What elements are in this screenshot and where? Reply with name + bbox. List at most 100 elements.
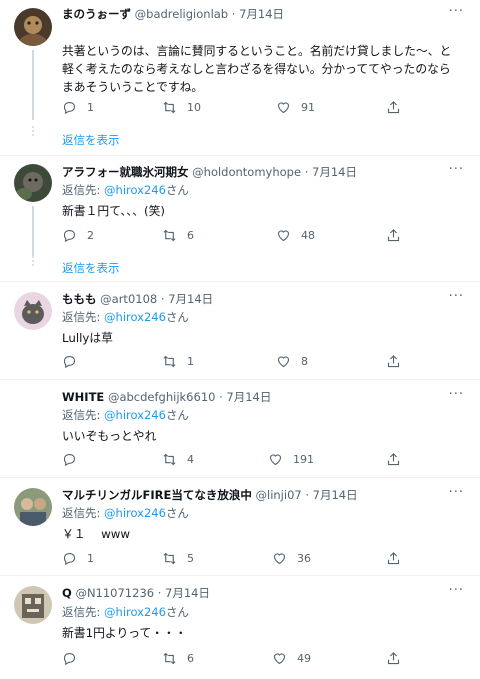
tweet-date[interactable]: 7月14日 [165,586,210,600]
like-count: 91 [301,101,315,114]
share-button[interactable] [386,651,411,666]
avatar[interactable] [14,292,52,330]
like-button[interactable]: 91 [276,100,315,115]
avatar[interactable] [14,8,52,46]
reply-to-mention[interactable]: @hirox246 [104,183,166,197]
reply-icon [63,101,76,115]
display-name[interactable]: WHITE [62,390,104,404]
share-button[interactable] [386,551,411,566]
reply-button[interactable]: 1 [62,100,94,115]
display-name[interactable]: マルチリンガルFIRE当てなき放浪中 [62,488,252,502]
share-icon [387,652,400,665]
display-name[interactable]: Q [62,586,72,600]
tweet-date[interactable]: 7月14日 [239,7,284,21]
user-handle[interactable]: @badreligionlab [135,7,228,21]
share-icon [387,355,400,368]
tweet[interactable]: アラフォー就職氷河期女 @holdontomyhope · 7月14日 ··· … [0,156,480,280]
reply-to: 返信先: @hirox246さん [62,604,189,620]
reply-button[interactable] [62,651,87,666]
reply-to: 返信先: @hirox246さん [62,505,189,521]
retweet-button[interactable]: 6 [162,651,194,666]
user-handle[interactable]: @art0108 [100,292,157,306]
more-icon[interactable]: ··· [449,162,464,177]
retweet-count: 6 [187,229,194,242]
tweet-actions: 1 8 [62,354,422,372]
tweet-date[interactable]: 7月14日 [168,292,213,306]
user-handle[interactable]: @N11071236 [75,586,154,600]
user-handle[interactable]: @holdontomyhope [192,165,301,179]
like-count: 8 [301,355,308,368]
tweet-date[interactable]: 7月14日 [312,165,357,179]
share-button[interactable] [386,100,411,115]
reply-button[interactable]: 1 [62,551,94,566]
like-count: 48 [301,229,315,242]
retweet-icon [163,652,176,665]
reply-to: 返信先: @hirox246さん [62,182,189,198]
tweet[interactable]: Q @N11071236 · 7月14日 ··· 返信先: @hirox246さ… [0,576,480,679]
like-icon [277,102,290,114]
reply-to-mention[interactable]: @hirox246 [104,605,166,619]
show-replies-link[interactable]: 返信を表示 [62,132,120,148]
reply-button[interactable] [62,354,87,369]
share-button[interactable] [386,452,411,467]
avatar[interactable] [14,586,52,624]
like-button[interactable]: 49 [272,651,311,666]
more-icon[interactable]: ··· [449,485,464,500]
avatar[interactable] [14,164,52,202]
show-replies-link[interactable]: 返信を表示 [62,260,120,276]
reply-icon [63,453,76,467]
tweet-header: Q @N11071236 · 7月14日 [62,585,210,601]
tweet-header: アラフォー就職氷河期女 @holdontomyhope · 7月14日 [62,164,357,180]
like-count: 49 [297,652,311,665]
tweet-date[interactable]: 7月14日 [313,488,358,502]
thread-line [32,50,34,120]
like-button[interactable]: 36 [272,551,311,566]
retweet-icon [163,552,176,565]
like-icon [277,230,290,242]
more-icon[interactable]: ··· [449,387,464,402]
share-button[interactable] [386,354,411,369]
retweet-button[interactable]: 1 [162,354,194,369]
tweet-text: 共著というのは、言論に賛同するということ。名前だけ貸しました〜、と軽く考えたのな… [62,44,452,94]
more-icon[interactable]: ··· [449,4,464,19]
tweet-actions: 2 6 48 [62,228,422,246]
share-icon [387,101,400,114]
tweet-text: Lullyは草 [62,331,113,345]
retweet-icon [163,101,176,114]
display-name[interactable]: まのうぉーず [62,7,131,21]
tweet[interactable]: WHITE @abcdefghijk6610 · 7月14日 ··· 返信先: … [0,380,480,476]
display-name[interactable]: ももも [62,292,97,306]
reply-icon [63,552,76,566]
tweet-date[interactable]: 7月14日 [226,390,271,404]
tweet-actions: 4 191 [62,452,422,470]
dot-separator: · [304,165,309,179]
reply-to-mention[interactable]: @hirox246 [104,408,166,422]
user-handle[interactable]: @abcdefghijk6610 [108,390,216,404]
user-handle[interactable]: @linji07 [256,488,302,502]
tweet[interactable]: ももも @art0108 · 7月14日 ··· 返信先: @hirox246さ… [0,282,480,378]
reply-button[interactable] [62,452,87,467]
share-button[interactable] [386,228,411,243]
like-button[interactable]: 8 [276,354,308,369]
reply-to-mention[interactable]: @hirox246 [104,310,166,324]
retweet-button[interactable]: 4 [162,452,194,467]
display-name[interactable]: アラフォー就職氷河期女 [62,165,189,179]
tweet[interactable]: マルチリンガルFIRE当てなき放浪中 @linji07 · 7月14日 ··· … [0,478,480,574]
tweet[interactable]: まのうぉーず @badreligionlab · 7月14日 ··· 共著という… [0,0,480,147]
tweet-header: WHITE @abcdefghijk6610 · 7月14日 [62,389,271,405]
retweet-button[interactable]: 6 [162,228,194,243]
avatar[interactable] [14,488,52,526]
tweet-actions: 6 49 [62,651,422,669]
tweet-header: まのうぉーず @badreligionlab · 7月14日 [62,6,284,22]
like-button[interactable]: 191 [268,452,314,467]
retweet-button[interactable]: 10 [162,100,201,115]
reply-icon [63,652,76,666]
reply-to-mention[interactable]: @hirox246 [104,506,166,520]
retweet-count: 6 [187,652,194,665]
retweet-button[interactable]: 5 [162,551,194,566]
more-icon[interactable]: ··· [449,289,464,304]
reply-button[interactable]: 2 [62,228,94,243]
like-button[interactable]: 48 [276,228,315,243]
more-icon[interactable]: ··· [449,583,464,598]
dot-separator: · [231,7,236,21]
